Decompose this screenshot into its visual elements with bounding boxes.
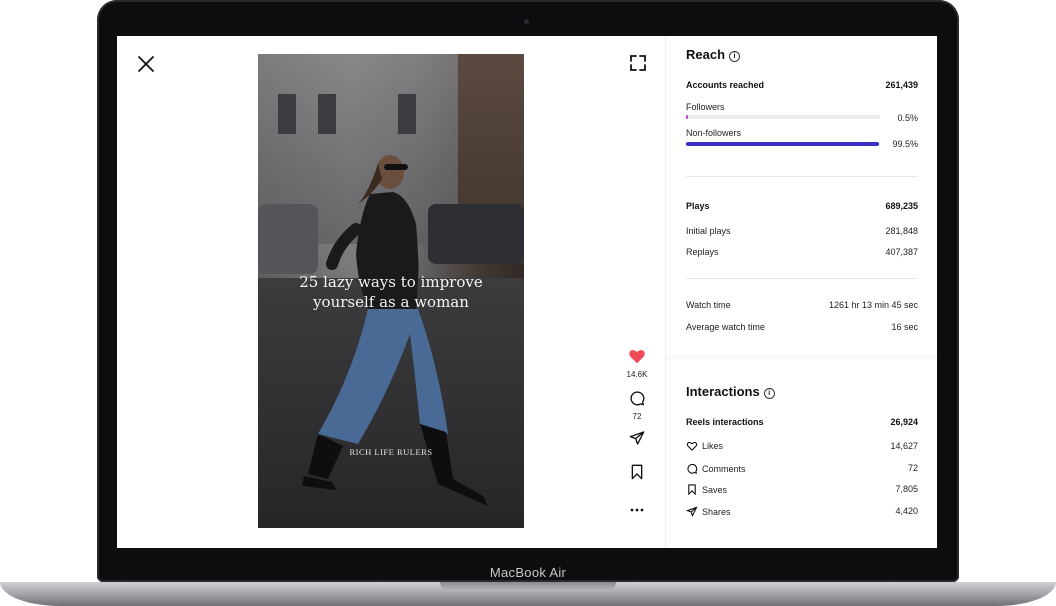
laptop-notch xyxy=(440,582,616,591)
divider xyxy=(686,176,918,177)
share-button[interactable] xyxy=(622,430,652,451)
reel-caption-line1: 25 lazy ways to improve xyxy=(299,273,483,291)
likes-count: 14.6K xyxy=(626,370,648,379)
reach-heading: Reach i xyxy=(686,47,741,62)
reels-interactions-value: 26,924 xyxy=(890,417,918,427)
reel-caption-line2: yourself as a woman xyxy=(313,293,469,311)
save-button[interactable] xyxy=(622,464,652,485)
close-icon[interactable] xyxy=(135,53,157,75)
info-icon[interactable]: i xyxy=(763,388,775,399)
nonfollowers-value: 99.5% xyxy=(892,139,918,149)
comment-icon xyxy=(630,391,645,406)
reels-interactions-row: Reels interactions 26,924 xyxy=(686,417,918,427)
plays-label: Plays xyxy=(686,201,710,211)
shares-row: Shares 4,420 xyxy=(686,506,918,517)
interactions-title: Interactions xyxy=(686,384,760,399)
replays-row: Replays 407,387 xyxy=(686,247,918,257)
followers-bar-fill xyxy=(686,115,688,119)
likes-row: Likes 14,627 xyxy=(686,441,918,451)
avg-watch-time-value: 16 sec xyxy=(891,322,918,332)
more-options-button[interactable] xyxy=(622,500,652,518)
watch-time-label: Watch time xyxy=(686,300,731,310)
likes-value: 14,627 xyxy=(890,441,918,451)
comments-row: Comments 72 xyxy=(686,463,918,474)
saves-row: Saves 7,805 xyxy=(686,484,918,495)
reel-video[interactable]: 25 lazy ways to improve yourself as a wo… xyxy=(258,54,524,528)
plays-value: 689,235 xyxy=(885,201,918,211)
accounts-reached-value: 261,439 xyxy=(885,80,918,90)
webcam xyxy=(524,19,529,24)
reach-title: Reach xyxy=(686,47,726,62)
initial-plays-value: 281,848 xyxy=(885,226,918,236)
avg-watch-time-row: Average watch time 16 sec xyxy=(686,322,918,332)
laptop-screen: 25 lazy ways to improve yourself as a wo… xyxy=(117,36,937,548)
nonfollowers-bar-fill xyxy=(686,142,880,146)
expand-icon[interactable] xyxy=(628,53,648,73)
accounts-reached-label: Accounts reached xyxy=(686,80,765,90)
heart-icon xyxy=(629,349,645,364)
nonfollowers-bar xyxy=(686,142,880,146)
comments-value: 72 xyxy=(907,463,918,473)
bookmark-icon xyxy=(688,484,696,495)
interactions-card: Interactions i Reels interactions 26,924 … xyxy=(666,360,937,548)
comment-button[interactable]: 72 xyxy=(622,390,652,421)
info-icon[interactable]: i xyxy=(729,51,741,62)
plays-row: Plays 689,235 xyxy=(686,201,918,211)
initial-plays-label: Initial plays xyxy=(686,226,731,236)
reel-caption: 25 lazy ways to improve yourself as a wo… xyxy=(258,272,524,312)
interactions-heading: Interactions i xyxy=(686,384,775,399)
avg-watch-time-label: Average watch time xyxy=(686,322,765,332)
woman-figure xyxy=(302,155,488,506)
more-icon xyxy=(630,508,644,512)
comments-label: Comments xyxy=(702,464,746,474)
followers-bar xyxy=(686,115,880,119)
send-icon xyxy=(686,506,698,517)
nonfollowers-label: Non-followers xyxy=(686,128,742,138)
reach-card: Reach i Accounts reached 261,439 Follower… xyxy=(666,36,937,354)
followers-label-row: Followers xyxy=(686,102,918,112)
insights-panel: Reach i Accounts reached 261,439 Follower… xyxy=(665,36,937,548)
send-icon xyxy=(629,431,645,445)
heart-outline-icon xyxy=(686,441,698,451)
reel-brand: RICH LIFE RULERS xyxy=(349,447,433,457)
reels-interactions-label: Reels interactions xyxy=(686,417,764,427)
accounts-reached-row: Accounts reached 261,439 xyxy=(686,80,918,90)
comment-icon xyxy=(687,463,698,474)
reel-viewer: 25 lazy ways to improve yourself as a wo… xyxy=(117,36,665,548)
bookmark-icon xyxy=(631,464,643,480)
followers-label: Followers xyxy=(686,102,725,112)
building-window xyxy=(278,94,296,134)
followers-value: 0.5% xyxy=(897,113,918,123)
initial-plays-row: Initial plays 281,848 xyxy=(686,226,918,236)
divider xyxy=(686,278,918,279)
replays-label: Replays xyxy=(686,247,719,257)
watch-time-value: 1261 hr 13 min 45 sec xyxy=(828,300,918,310)
saves-value: 7,805 xyxy=(895,484,918,494)
building-window xyxy=(398,94,416,134)
comments-count: 72 xyxy=(632,412,642,421)
replays-value: 407,387 xyxy=(885,247,918,257)
likes-label: Likes xyxy=(702,441,724,451)
saves-label: Saves xyxy=(702,485,728,495)
shares-label: Shares xyxy=(702,507,731,517)
shares-value: 4,420 xyxy=(895,506,918,516)
building-window xyxy=(318,94,336,134)
watch-time-row: Watch time 1261 hr 13 min 45 sec xyxy=(686,300,918,310)
like-button[interactable]: 14.6K xyxy=(622,348,652,379)
nonfollowers-label-row: Non-followers xyxy=(686,128,918,138)
device-label: MacBook Air xyxy=(489,565,567,580)
